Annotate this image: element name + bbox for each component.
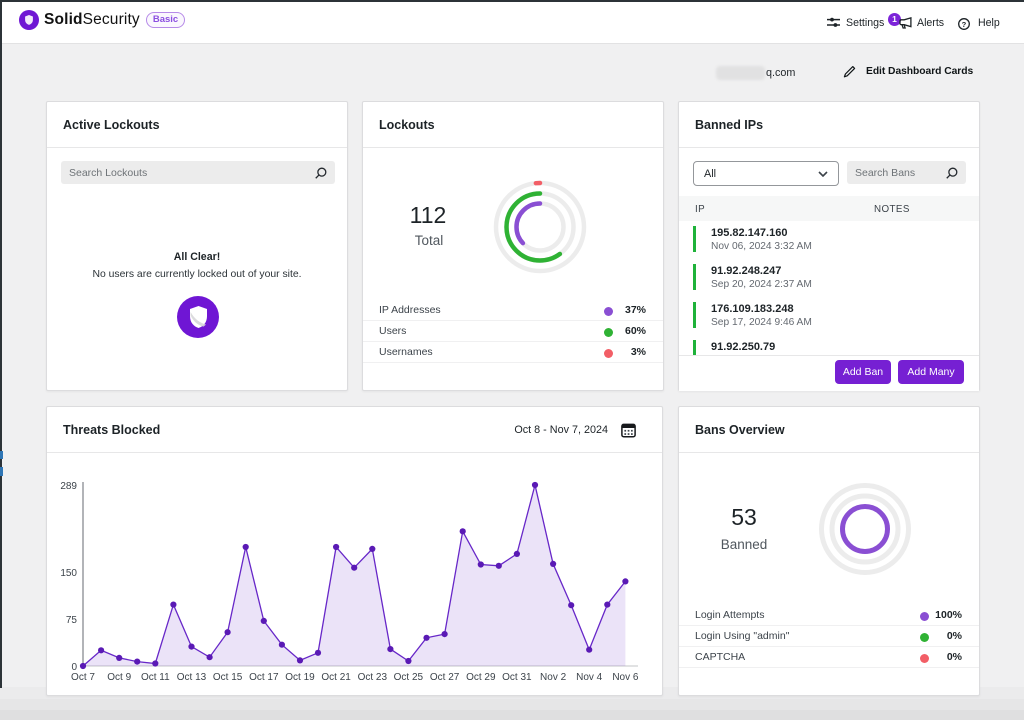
svg-text:Oct 27: Oct 27: [430, 672, 460, 683]
svg-text:Oct 25: Oct 25: [394, 672, 424, 683]
svg-text:Oct 7: Oct 7: [71, 672, 95, 683]
svg-text:Oct 23: Oct 23: [358, 672, 388, 683]
svg-text:Oct 13: Oct 13: [177, 672, 207, 683]
svg-text:Nov 4: Nov 4: [576, 672, 603, 683]
svg-text:Oct 15: Oct 15: [213, 672, 243, 683]
svg-text:Oct 21: Oct 21: [321, 672, 351, 683]
svg-text:75: 75: [66, 615, 78, 626]
svg-text:Oct 29: Oct 29: [466, 672, 496, 683]
svg-text:Oct 31: Oct 31: [502, 672, 532, 683]
svg-text:?: ?: [962, 20, 967, 29]
svg-text:Nov 2: Nov 2: [540, 672, 567, 683]
svg-text:Oct 17: Oct 17: [249, 672, 279, 683]
svg-text:150: 150: [60, 568, 77, 579]
svg-text:Oct 19: Oct 19: [285, 672, 315, 683]
svg-text:289: 289: [60, 481, 77, 492]
svg-text:Nov 6: Nov 6: [612, 672, 639, 683]
svg-text:Oct 9: Oct 9: [107, 672, 131, 683]
svg-text:Oct 11: Oct 11: [141, 672, 170, 683]
